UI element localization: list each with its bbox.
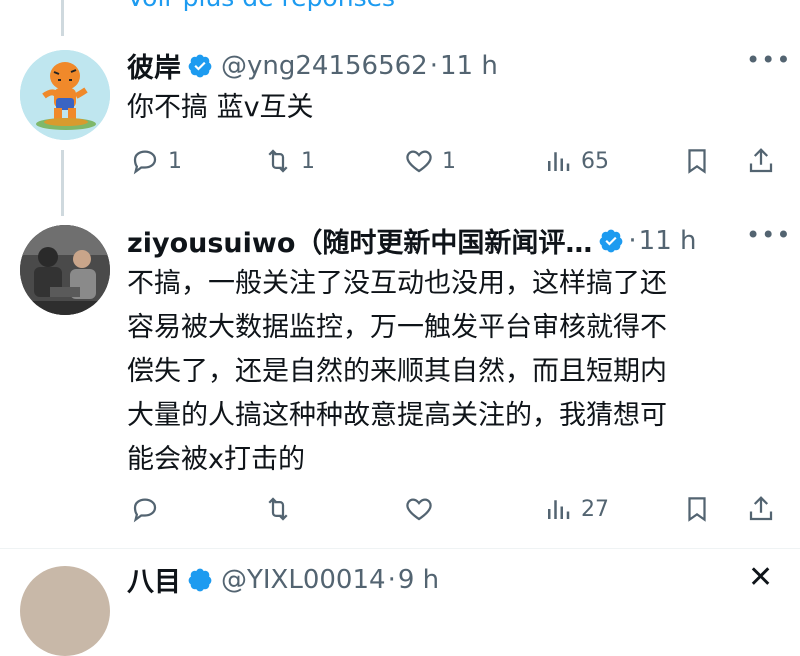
views-bar-chart-icon bbox=[548, 500, 570, 519]
separator-dot: · bbox=[429, 50, 438, 81]
more-options-icon[interactable]: ••• bbox=[746, 221, 791, 249]
reply-count: 1 bbox=[168, 148, 182, 174]
thread-line-middle bbox=[61, 150, 64, 216]
timestamp[interactable]: 11 h bbox=[639, 226, 697, 256]
tweet-text-line: 能会被x打击的 bbox=[127, 444, 305, 475]
verified-badge-icon bbox=[188, 54, 212, 77]
tweet-text: 不搞，一般关注了没互动也没用，这样搞了还 容易被大数据监控，万一触发平台审核就得… bbox=[127, 262, 767, 482]
views-count: 65 bbox=[581, 148, 609, 174]
avatar[interactable] bbox=[20, 566, 110, 656]
verified-badge-icon bbox=[188, 568, 212, 591]
author-name[interactable]: 彼岸 bbox=[127, 46, 181, 85]
tweet-divider bbox=[0, 548, 800, 549]
heart-icon bbox=[406, 498, 432, 521]
bookmark-icon bbox=[688, 497, 706, 522]
tiger-avatar-icon bbox=[20, 50, 110, 140]
author-name[interactable]: ziyousuiwo（随时更新中国新闻评… bbox=[127, 221, 592, 260]
tweet-text-line: 不搞，一般关注了没互动也没用，这样搞了还 bbox=[127, 268, 667, 299]
heart-icon bbox=[406, 150, 432, 173]
reply-icon bbox=[133, 150, 157, 175]
tweet-header: ziyousuiwo（随时更新中国新闻评… · 11 h bbox=[127, 221, 696, 260]
reply-button[interactable]: 1 bbox=[130, 146, 182, 176]
separator-dot: · bbox=[628, 225, 637, 256]
share-icon bbox=[749, 148, 773, 173]
like-button[interactable]: 1 bbox=[404, 146, 456, 176]
more-options-icon[interactable]: ••• bbox=[746, 46, 791, 74]
reply-icon bbox=[133, 498, 157, 523]
like-count: 1 bbox=[442, 148, 456, 174]
retweet-button[interactable]: 1 bbox=[263, 146, 315, 176]
retweet-button[interactable] bbox=[263, 494, 301, 524]
author-handle[interactable]: @YIXL00014 bbox=[221, 565, 386, 595]
separator-dot: · bbox=[387, 564, 396, 595]
views-button[interactable]: 65 bbox=[543, 146, 609, 176]
retweet-count: 1 bbox=[301, 148, 315, 174]
reply-button[interactable] bbox=[130, 494, 168, 524]
timestamp[interactable]: 11 h bbox=[440, 51, 498, 81]
share-button[interactable] bbox=[746, 146, 776, 176]
views-bar-chart-icon bbox=[548, 152, 570, 171]
timestamp[interactable]: 9 h bbox=[398, 565, 439, 595]
photo-avatar-icon bbox=[20, 225, 110, 315]
avatar[interactable] bbox=[20, 50, 110, 140]
like-button[interactable] bbox=[404, 494, 442, 524]
views-button[interactable]: 27 bbox=[543, 494, 609, 524]
retweet-icon bbox=[268, 149, 288, 173]
retweet-icon bbox=[268, 497, 288, 521]
share-button[interactable] bbox=[746, 494, 776, 524]
bookmark-icon bbox=[688, 149, 706, 174]
close-icon[interactable]: ✕ bbox=[748, 560, 773, 595]
tweet-header: 八目 @YIXL00014 · 9 h bbox=[127, 560, 439, 599]
bookmark-button[interactable] bbox=[682, 146, 712, 176]
verified-badge-icon bbox=[600, 229, 623, 252]
tweet-header: 彼岸 @yng24156562 · 11 h bbox=[127, 46, 498, 85]
tweet-text: 你不搞 蓝v互关 bbox=[127, 86, 314, 130]
more-replies-link[interactable]: Voir plus de réponses bbox=[127, 0, 395, 12]
author-handle[interactable]: @yng24156562 bbox=[221, 51, 428, 81]
tweet-text-content: 你不搞 蓝v互关 bbox=[127, 92, 314, 123]
bookmark-button[interactable] bbox=[682, 494, 712, 524]
views-count: 27 bbox=[581, 496, 609, 522]
share-icon bbox=[749, 496, 773, 521]
avatar[interactable] bbox=[20, 225, 110, 315]
author-name[interactable]: 八目 bbox=[127, 560, 181, 599]
tweet-text-line: 大量的人搞这种种故意提高关注的，我猜想可 bbox=[127, 400, 667, 431]
tweet-text-line: 容易被大数据监控，万一触发平台审核就得不 bbox=[127, 312, 667, 343]
tweet-text-line: 偿失了，还是自然的来顺其自然，而且短期内 bbox=[127, 356, 667, 387]
thread-line-top bbox=[61, 0, 64, 36]
